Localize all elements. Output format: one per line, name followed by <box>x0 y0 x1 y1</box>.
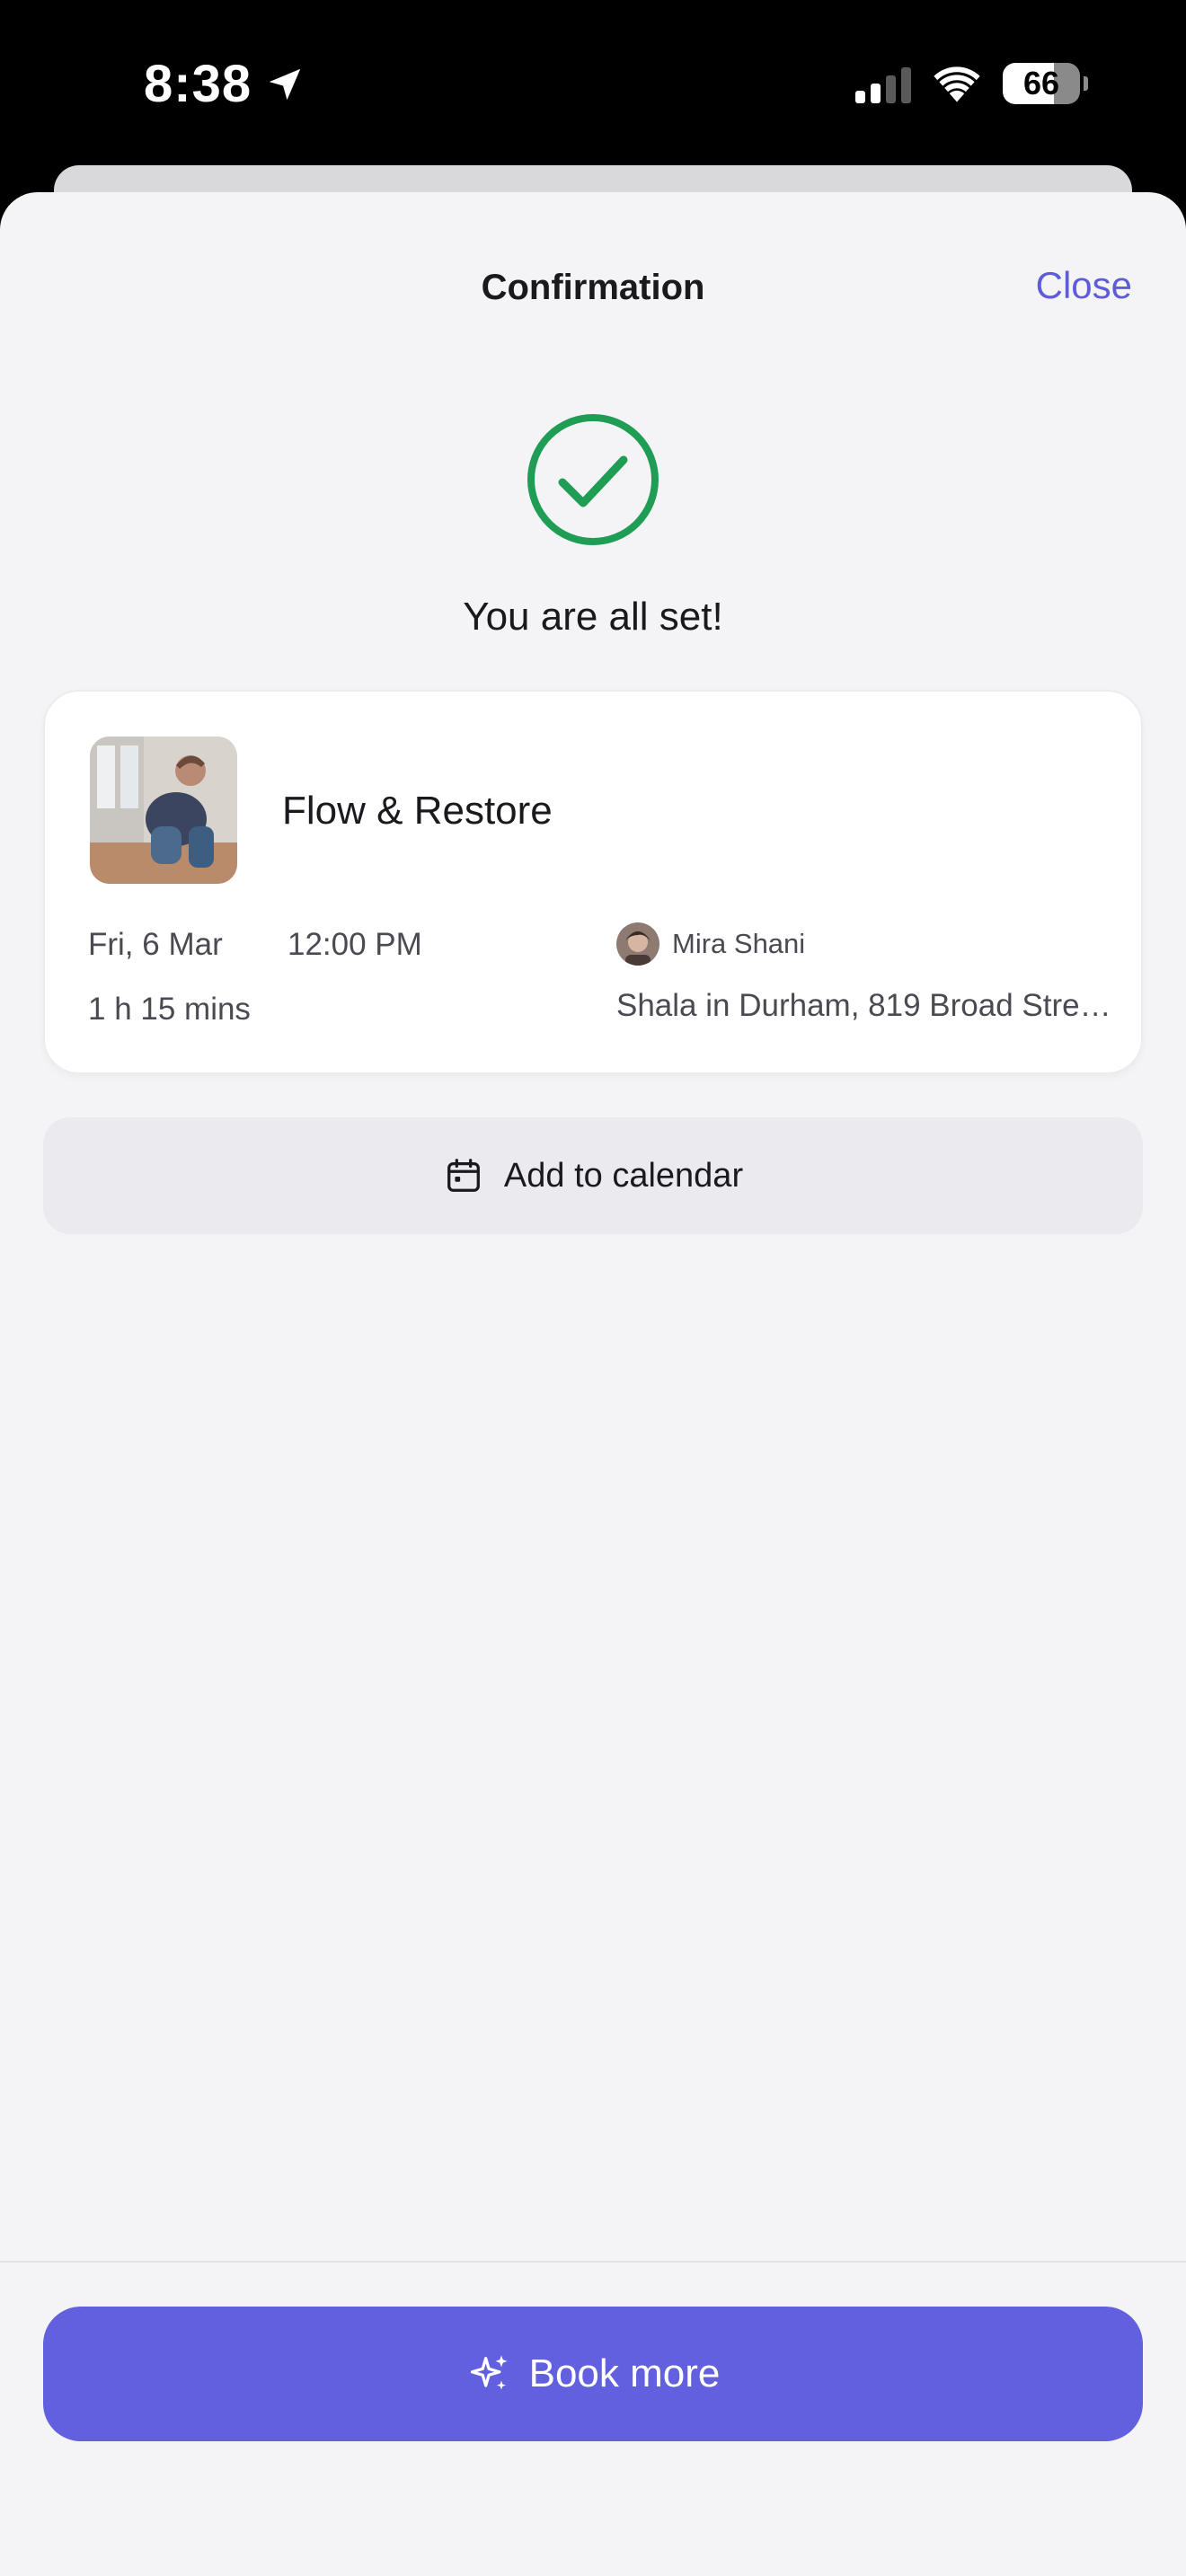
booking-date: Fri, 6 Mar <box>88 927 223 962</box>
sparkles-icon <box>470 2355 508 2390</box>
wifi-icon <box>934 66 980 102</box>
divider <box>0 2261 1186 2263</box>
book-more-button[interactable]: Book more <box>43 2307 1143 2441</box>
class-name: Flow & Restore <box>282 789 553 833</box>
add-to-calendar-button[interactable]: Add to calendar <box>43 1117 1143 1234</box>
booking-time: 12:00 PM <box>288 927 422 962</box>
booking-card[interactable]: Flow & Restore Fri, 6 Mar 12:00 PM 1 h 1… <box>43 690 1143 1074</box>
add-to-calendar-label: Add to calendar <box>503 1156 744 1195</box>
status-bar: 8:38 66 <box>0 0 1186 171</box>
instructor: Mira Shani <box>616 922 805 966</box>
class-thumbnail <box>90 737 237 884</box>
calendar-icon <box>447 1159 480 1192</box>
confirmation-message: You are all set! <box>463 595 723 639</box>
status-time: 8:38 <box>144 54 305 114</box>
battery-icon: 66 <box>1003 63 1088 104</box>
cellular-signal-icon <box>855 64 911 103</box>
avatar <box>616 922 659 966</box>
check-circle-icon <box>527 414 659 545</box>
status-time-text: 8:38 <box>144 55 252 113</box>
booking-duration: 1 h 15 mins <box>88 992 251 1027</box>
status-indicators: 66 <box>855 63 1088 104</box>
booking-location: Shala in Durham, 819 Broad Street, Durha… <box>616 988 1120 1023</box>
page-title: Confirmation <box>481 268 705 307</box>
confirmation-sheet: Confirmation Close You are all set! Flow… <box>0 192 1186 2576</box>
location-arrow-icon <box>269 68 301 100</box>
book-more-label: Book more <box>528 2351 721 2395</box>
close-button[interactable]: Close <box>1036 264 1132 307</box>
instructor-name: Mira Shani <box>672 928 806 959</box>
battery-level: 66 <box>1022 65 1060 101</box>
